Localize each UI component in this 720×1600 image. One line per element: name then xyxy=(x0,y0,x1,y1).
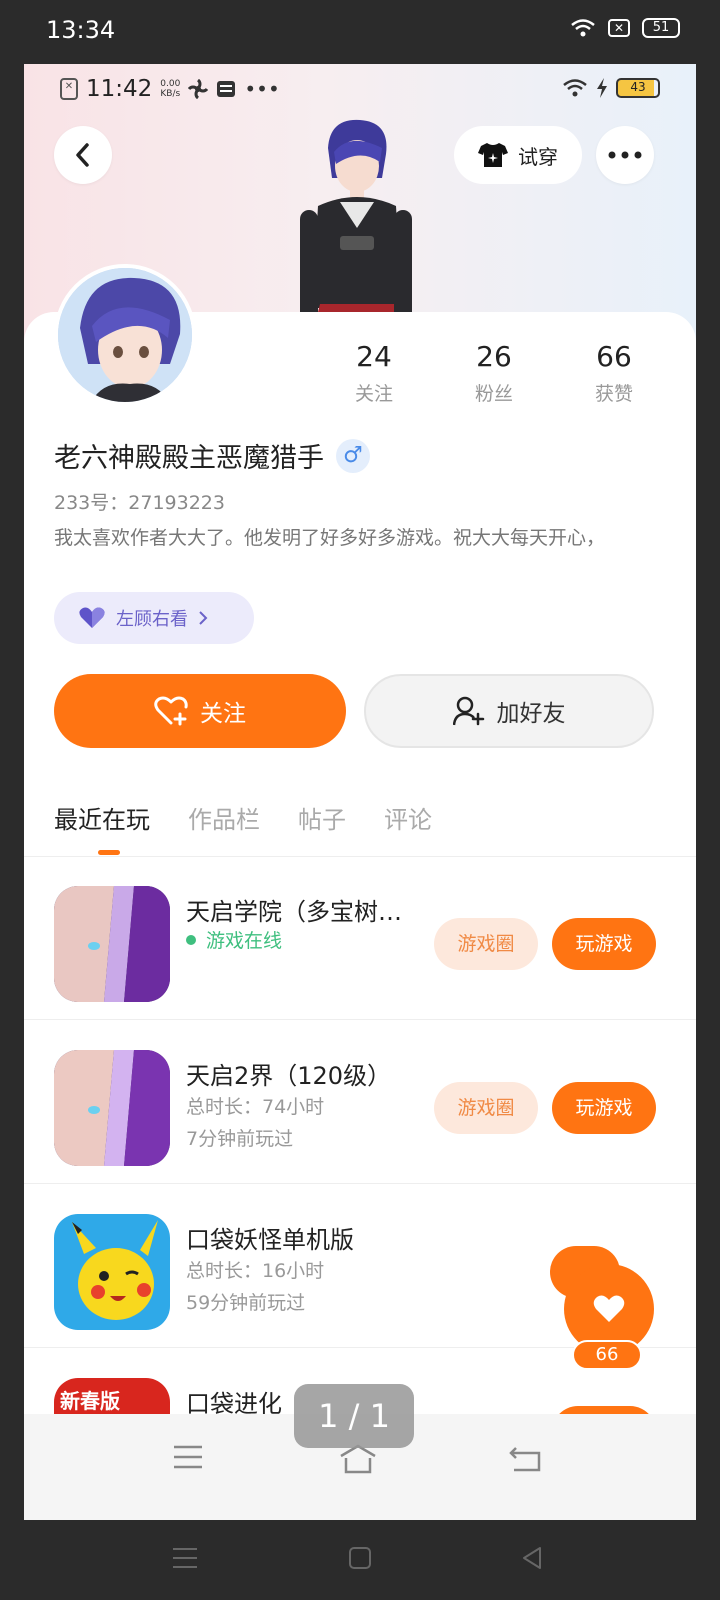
play-duration: 总时长：16小时 xyxy=(186,1260,325,1282)
outer-clock: 13:34 xyxy=(46,16,116,44)
profile-name-row: 老六神殿殿主恶魔猎手 ♂ xyxy=(54,436,370,475)
charging-icon xyxy=(597,78,607,98)
game-badge-text: 新春版 xyxy=(60,1389,120,1413)
play-game-button[interactable]: 玩游戏 xyxy=(552,918,656,970)
tab-recently-played[interactable]: 最近在玩 xyxy=(54,800,150,835)
tab-comments[interactable]: 评论 xyxy=(384,800,432,835)
menu-icon[interactable] xyxy=(172,1444,204,1470)
outer-status-bar: 13:34 ✕ 51 xyxy=(0,0,720,64)
game-title: 天启学院（多宝树… xyxy=(186,898,402,926)
floating-like-button[interactable]: 66 xyxy=(560,1264,656,1384)
home-icon[interactable] xyxy=(348,1546,372,1570)
heart-icon xyxy=(593,1295,625,1322)
outer-status-icons: ✕ 51 xyxy=(570,18,680,38)
tshirt-icon xyxy=(478,143,508,167)
back-button[interactable] xyxy=(54,126,112,184)
game-circle-button[interactable]: 游戏圈 xyxy=(434,1082,538,1134)
card-icon xyxy=(217,81,236,97)
wifi-icon xyxy=(563,79,587,97)
stat-likes[interactable]: 66 获赞 xyxy=(554,340,674,406)
stat-number: 26 xyxy=(476,340,512,373)
back-icon[interactable] xyxy=(508,1444,542,1472)
follow-label: 关注 xyxy=(200,701,246,727)
content-tabs: 最近在玩 作品栏 帖子 评论 xyxy=(54,800,432,835)
game-title: 口袋妖怪单机版 xyxy=(186,1226,354,1254)
more-status-icon: ••• xyxy=(244,77,280,101)
online-status: 游戏在线 xyxy=(186,926,282,953)
game-list-item[interactable]: 天启2界（120级） 总时长：74小时 7分钟前玩过 游戏圈 玩游戏 xyxy=(24,1020,696,1184)
back-icon[interactable] xyxy=(520,1546,544,1570)
stat-label: 粉丝 xyxy=(474,383,513,405)
outer-navigation-bar xyxy=(0,1520,720,1600)
play-game-button[interactable]: 玩游戏 xyxy=(552,1082,656,1134)
more-options-button[interactable] xyxy=(596,126,654,184)
last-played: 7分钟前玩过 xyxy=(186,1128,294,1150)
heart-plus-icon xyxy=(154,696,188,726)
avatar[interactable] xyxy=(54,264,196,406)
tag-label: 左顾右看 xyxy=(116,609,188,630)
game-title: 天启2界（120级） xyxy=(186,1062,392,1090)
personality-tag[interactable]: 左顾右看 xyxy=(54,592,254,644)
inner-clock: 11:42 xyxy=(86,76,153,102)
battery-icon: 43 xyxy=(616,78,660,98)
inner-status-bar: ✕ 11:42 0.00 KB/s ••• 43 xyxy=(24,64,696,120)
play-duration: 总时长：74小时 xyxy=(186,1096,325,1118)
follow-button[interactable]: 关注 xyxy=(54,674,346,748)
stat-following[interactable]: 24 关注 xyxy=(314,340,434,406)
add-friend-button[interactable]: 加好友 xyxy=(364,674,654,748)
home-icon[interactable] xyxy=(338,1444,378,1474)
stat-label: 获赞 xyxy=(594,383,633,405)
heart-icon xyxy=(79,607,105,628)
game-icon xyxy=(54,1214,170,1330)
user-bio: 我太喜欢作者大大了。他发明了好多好多游戏。祝大大每天开心， xyxy=(54,527,606,549)
menu-icon[interactable] xyxy=(172,1546,198,1570)
network-speed: 0.00 KB/s xyxy=(160,79,181,99)
game-list-item[interactable]: 天启学院（多宝树… 游戏在线 游戏圈 玩游戏 xyxy=(24,856,696,1020)
like-count: 66 xyxy=(572,1340,642,1370)
add-friend-label: 加好友 xyxy=(496,701,566,727)
stat-fans[interactable]: 26 粉丝 xyxy=(434,340,554,406)
more-dots-icon xyxy=(608,151,642,159)
profile-name: 老六神殿殿主恶魔猎手 xyxy=(54,443,324,474)
tab-posts[interactable]: 帖子 xyxy=(298,800,346,835)
fan-icon xyxy=(188,79,209,99)
game-circle-button[interactable]: 游戏圈 xyxy=(434,918,538,970)
try-on-label: 试穿 xyxy=(518,144,558,169)
online-dot-icon xyxy=(186,934,196,945)
add-user-icon xyxy=(452,696,484,726)
try-on-button[interactable]: 试穿 xyxy=(454,126,582,184)
wifi-icon xyxy=(571,19,595,37)
app-screen: ✕ 11:42 0.00 KB/s ••• 43 试穿 24 关注 26 粉丝 … xyxy=(24,64,696,1520)
stat-label: 关注 xyxy=(354,383,393,405)
sim-off-icon: ✕ xyxy=(60,78,78,100)
user-id: 233号：27193223 xyxy=(54,492,225,514)
game-icon xyxy=(54,1050,170,1166)
last-played: 59分钟前玩过 xyxy=(186,1292,306,1314)
stat-number: 24 xyxy=(356,340,392,373)
profile-stats: 24 关注 26 粉丝 66 获赞 xyxy=(314,340,674,406)
close-notification-icon: ✕ xyxy=(608,19,630,37)
tab-works[interactable]: 作品栏 xyxy=(188,800,260,835)
battery-icon: 51 xyxy=(642,18,680,38)
active-tab-indicator xyxy=(98,850,120,855)
chevron-right-icon xyxy=(199,611,208,625)
page-counter: 1 / 1 xyxy=(294,1384,414,1448)
stat-number: 66 xyxy=(596,340,632,373)
chevron-left-icon xyxy=(76,143,89,167)
game-icon xyxy=(54,886,170,1002)
male-icon: ♂ xyxy=(336,438,370,473)
